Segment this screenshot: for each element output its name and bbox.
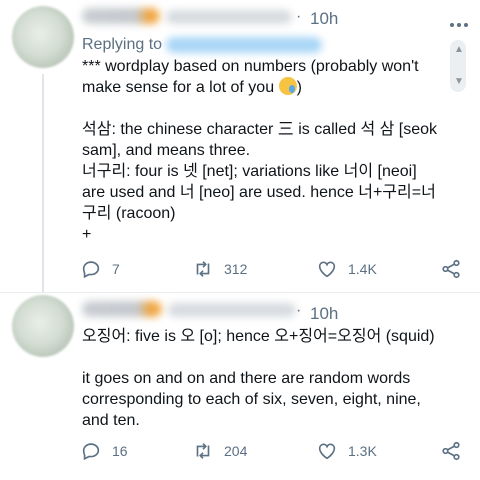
tweet-time[interactable]: 10h bbox=[310, 9, 338, 29]
tweet-line: + bbox=[82, 226, 92, 243]
reply-button[interactable]: 16 bbox=[80, 437, 128, 465]
tweet-line: 석삼: the chinese character 三 is called 석 … bbox=[82, 121, 438, 159]
retweet-icon bbox=[196, 443, 210, 459]
scroll-down-icon[interactable]: ▼ bbox=[454, 77, 464, 87]
share-button[interactable] bbox=[440, 437, 462, 465]
like-count: 1.4K bbox=[348, 261, 377, 277]
separator-dot: · bbox=[296, 8, 302, 25]
crying-smile-emoji bbox=[278, 77, 297, 95]
heart-icon bbox=[318, 261, 336, 278]
tweet-actions: 16 204 1.3K bbox=[0, 437, 480, 465]
tweet-time[interactable]: 10h bbox=[310, 304, 338, 324]
like-count: 1.3K bbox=[348, 443, 377, 459]
author-handle-blurred[interactable] bbox=[166, 10, 292, 24]
tweet-body: 오징어: five is 오 [o]; hence 오+징어=오징어 (squi… bbox=[82, 326, 442, 431]
scrollbar[interactable]: ▲ ▼ bbox=[450, 40, 466, 92]
author-handle-blurred[interactable] bbox=[168, 303, 296, 317]
tweet-actions: 7 312 1.4K bbox=[0, 255, 480, 283]
retweet-icon bbox=[196, 261, 210, 277]
heart-icon bbox=[318, 443, 336, 460]
author-name-blurred[interactable] bbox=[82, 301, 162, 317]
tweet-line: 너구리: four is 넷 [net]; variations like 너이… bbox=[82, 163, 436, 222]
scroll-up-icon[interactable]: ▲ bbox=[454, 45, 464, 55]
share-icon bbox=[442, 441, 460, 461]
reply-count: 7 bbox=[112, 261, 120, 277]
retweet-button[interactable]: 312 bbox=[192, 255, 247, 283]
reply-icon bbox=[82, 261, 100, 279]
tweet-line: it goes on and on and there are random w… bbox=[82, 370, 421, 429]
more-icon[interactable] bbox=[450, 14, 471, 32]
share-button[interactable] bbox=[440, 255, 462, 283]
retweet-count: 312 bbox=[224, 261, 248, 277]
replying-to-label: Replying to bbox=[82, 36, 163, 53]
tweet-2[interactable]: · 10h 오징어: five is 오 [o]; hence 오+징어=오징어… bbox=[0, 293, 480, 480]
like-button[interactable]: 1.4K bbox=[316, 255, 377, 283]
share-icon bbox=[442, 259, 460, 279]
author-name-blurred[interactable] bbox=[82, 8, 160, 24]
tweet-1[interactable]: · 10h Replying to ▲ ▼ *** wordplay based… bbox=[0, 0, 480, 292]
avatar[interactable] bbox=[12, 6, 74, 68]
replying-to-handle-blurred[interactable] bbox=[166, 37, 322, 53]
reply-button[interactable]: 7 bbox=[80, 255, 120, 283]
retweet-count: 204 bbox=[224, 443, 248, 459]
like-button[interactable]: 1.3K bbox=[316, 437, 377, 465]
tweet-body: *** wordplay based on numbers (probably … bbox=[82, 56, 442, 245]
reply-icon bbox=[82, 443, 100, 461]
avatar[interactable] bbox=[12, 295, 74, 357]
tweet-line: 오징어: five is 오 [o]; hence 오+징어=오징어 (squi… bbox=[82, 328, 435, 345]
tweet-line: *** wordplay based on numbers (probably … bbox=[82, 58, 419, 96]
separator-dot: · bbox=[296, 302, 302, 319]
retweet-button[interactable]: 204 bbox=[192, 437, 247, 465]
reply-count: 16 bbox=[112, 443, 128, 459]
